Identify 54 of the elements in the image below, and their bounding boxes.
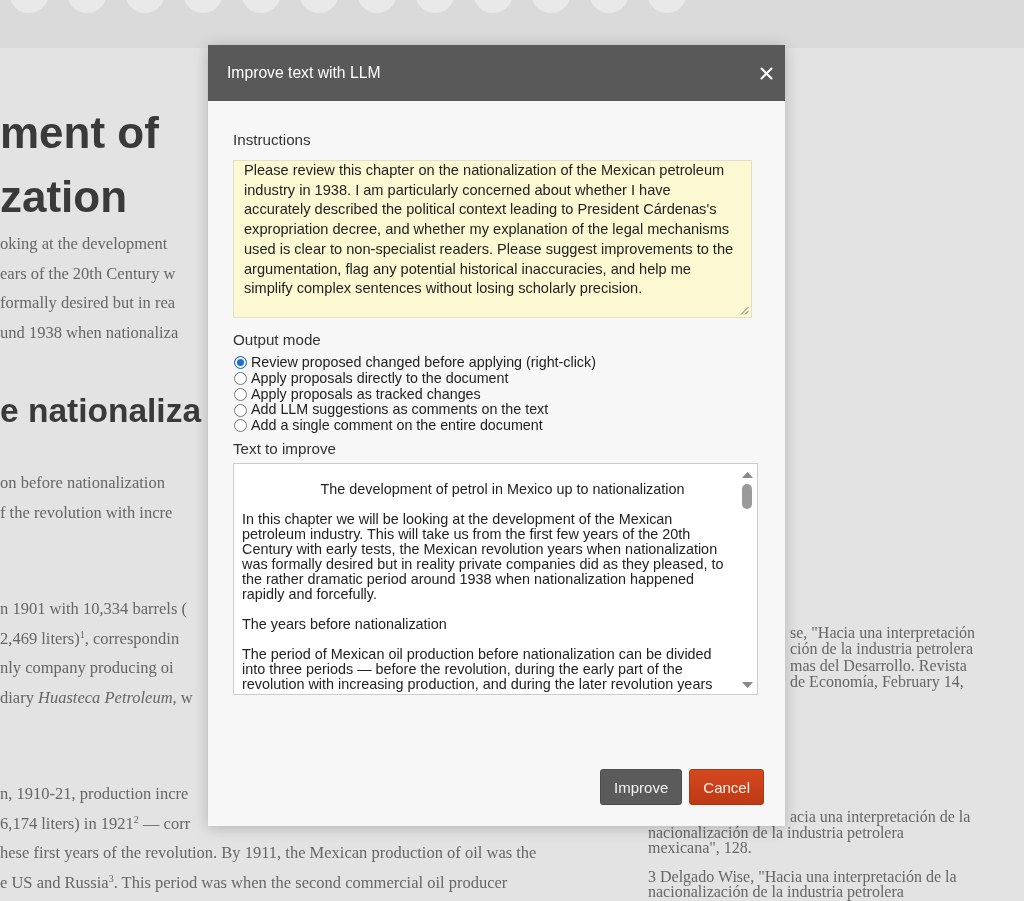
footnote-text: 3 Delgado Wise, "Hacia una interpretación de la bbox=[648, 869, 957, 885]
paragraph-text: The period of Mexican oil production before nationalization can be divided into three periods — before the revolution, during the early part of the revolution with increasing production, and during the later revolution years bbox=[242, 646, 714, 692]
text-field[interactable] bbox=[233, 462, 758, 695]
radio-label[interactable]: Apply proposals directly to the document bbox=[251, 370, 509, 387]
radio-label[interactable]: Apply proposals as tracked changes bbox=[251, 386, 481, 403]
close-button[interactable] bbox=[760, 66, 773, 80]
footnote-text: ción de la industria petrolera bbox=[790, 641, 974, 658]
footnote-text: nacionalización de la industria petrolera bbox=[648, 884, 904, 900]
instructions-field[interactable]: Please review this chapter on the nationalization of the Mexican petroleum industry in 1938. I am particularly concerned about whether I have accurately described the political context leading to President Cárdenas's expropriation decree, and whether my explanation of the legal mechanisms used is clear to non-specialist readers. Please suggest improvements to the argumentation, flag any potential historical inaccuracies, and help me simplify complex sentences without losing scholarly precision. bbox=[233, 160, 752, 318]
document-text: formally desired but in rea bbox=[0, 292, 176, 314]
scroll-up-icon[interactable] bbox=[741, 471, 753, 478]
radio-label[interactable]: Add LLM suggestions as comments on the text bbox=[251, 402, 549, 418]
radio-label[interactable]: Add a single comment on the entire document bbox=[251, 418, 543, 434]
cancel-button[interactable]: Cancel bbox=[689, 769, 764, 805]
radio-label[interactable]: Review proposed changed before applying (right-click) bbox=[251, 355, 596, 371]
document-heading: zation bbox=[0, 171, 128, 223]
resize-handle-icon[interactable] bbox=[740, 306, 749, 315]
field-label: Instructions bbox=[233, 131, 311, 149]
document-text: nly company producing oi bbox=[0, 657, 174, 679]
radio-button[interactable] bbox=[234, 356, 247, 370]
document-text: ears of the 20th Century w bbox=[0, 262, 176, 285]
footnote-text: acia una interpretación de la bbox=[790, 809, 971, 826]
document-text: on before nationalization bbox=[0, 472, 165, 494]
close-icon bbox=[760, 66, 773, 80]
footnote-text: mexicana", 128. bbox=[648, 840, 752, 856]
document-text: f the revolution with incre bbox=[0, 501, 173, 524]
radio-button[interactable] bbox=[234, 403, 247, 417]
paragraph-text: In this chapter we will be looking at the development of the Mexican petroleum industry. This will take us from the first few years of the 20th Century with early tests, the Mexican revolution years when nationalization was formally desired but in reality private companies did as they pleased, to the rather dramatic period around 1938 when nationalization happened rapidly and forcefully. bbox=[242, 511, 725, 602]
footnote-text: mas del Desarrollo. Revista bbox=[790, 657, 967, 674]
document-text: 2,469 liters)$^{1}$, correspondin bbox=[0, 627, 180, 650]
document-title: The development of petrol in Mexico up to nationalization bbox=[319, 481, 686, 497]
scroll-down-icon[interactable] bbox=[741, 681, 753, 688]
submit-button[interactable]: Improve bbox=[600, 769, 683, 805]
document-text: hese first years of the revolution. By 1911, the Mexican production of oil was the bbox=[0, 842, 537, 864]
radio-button[interactable] bbox=[234, 372, 247, 386]
dialog-title: Improve text with LLM bbox=[227, 64, 381, 82]
document-text: 6,174 liters) in 1921$^{2}$ — corr bbox=[0, 812, 191, 835]
footnote-text: de Economía, February 14, bbox=[790, 673, 964, 691]
document-text: oking at the development bbox=[0, 233, 168, 255]
footnote-text: nacionalización de la industria petrolera bbox=[648, 825, 904, 841]
document-heading: e nationaliza bbox=[0, 391, 202, 431]
paragraph-text: The years before nationalization bbox=[242, 616, 448, 632]
document-text: e US and Russia$^{3}$. This period was when the second commercial oil producer bbox=[0, 871, 508, 894]
document-text: diary Huasteca Petroleum, w bbox=[0, 686, 193, 709]
footnote-text: se, "Hacia una interpretación bbox=[790, 625, 976, 642]
document-text: n, 1910-21, production incre bbox=[0, 783, 189, 805]
document-text: n 1901 with 10,334 barrels ( bbox=[0, 598, 187, 620]
radio-button[interactable] bbox=[234, 419, 247, 433]
field-label: Output mode bbox=[233, 331, 321, 349]
document-text: und 1938 when nationaliza bbox=[0, 321, 179, 344]
field-label: Text to improve bbox=[233, 439, 336, 458]
document-heading: ment of bbox=[0, 107, 159, 159]
radio-button[interactable] bbox=[234, 387, 247, 401]
scrollbar-thumb[interactable] bbox=[742, 483, 752, 509]
